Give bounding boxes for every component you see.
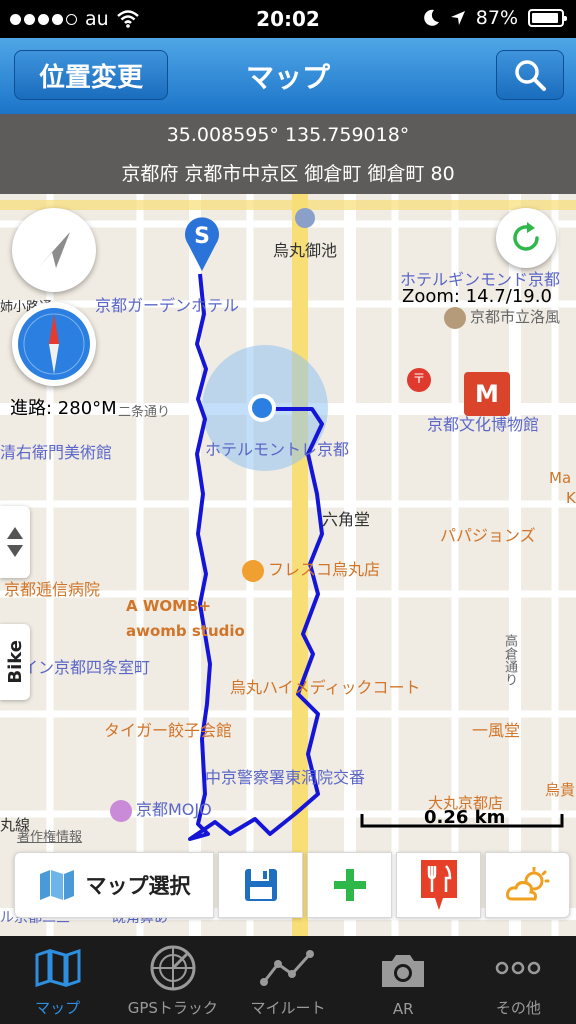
moon-icon: [423, 9, 439, 26]
tab-more[interactable]: その他: [461, 936, 576, 1024]
save-icon: [244, 869, 277, 901]
poi-fresco[interactable]: フレスコ烏丸店: [242, 556, 380, 582]
poi-mojo[interactable]: 京都MOJO: [110, 796, 212, 822]
poi-high-medic[interactable]: 烏丸ハイメディックコート: [230, 674, 421, 698]
tab-more-label: その他: [495, 999, 541, 1017]
tab-map[interactable]: マップ: [0, 936, 115, 1024]
tab-my-route-label: マイルート: [250, 999, 326, 1017]
save-button[interactable]: [218, 852, 303, 918]
tab-map-label: マップ: [35, 999, 81, 1017]
plus-icon: [333, 869, 366, 901]
tab-gps-track-label: GPSトラック: [127, 999, 218, 1017]
change-location-button[interactable]: 位置変更: [14, 50, 168, 100]
poi-hotel-monterey[interactable]: ホテルモントレ京都: [205, 436, 349, 460]
tab-ar-label: AR: [392, 1000, 414, 1018]
poi-awomb[interactable]: A WOMB+: [126, 597, 211, 615]
street-nijo: 二条通り: [118, 405, 171, 420]
refresh-icon: [513, 222, 539, 251]
bike-tab-label: Bike: [4, 640, 26, 684]
poi-ippudo[interactable]: 一風堂: [472, 717, 520, 741]
poi-inn[interactable]: イン京都四条室町: [22, 654, 150, 678]
poi-teishin-hospital[interactable]: 京都逓信病院: [4, 576, 100, 600]
up-down-arrows-icon: [7, 527, 23, 557]
more-icon: [496, 961, 541, 975]
radar-icon: [150, 945, 196, 991]
map-icon: [39, 870, 74, 900]
bike-tab[interactable]: Bike: [0, 624, 30, 700]
poi-karasuma-oike[interactable]: 烏丸御池: [273, 237, 337, 261]
tab-ar[interactable]: AR: [346, 936, 461, 1024]
camera-icon: [382, 955, 425, 987]
poi-tiger[interactable]: タイガー餃子会館: [104, 717, 232, 741]
status-bar: au 20:02 87%: [0, 0, 576, 38]
map-select-label: マップ選択: [85, 874, 191, 898]
museum-icon[interactable]: M: [464, 372, 510, 416]
zoom-readout: Zoom: 14.7/19.0: [402, 286, 552, 307]
map-icon: [35, 949, 81, 987]
poi-kyoto-garden-hotel[interactable]: 京都ガーデンホテル: [95, 292, 239, 316]
add-button[interactable]: [307, 852, 392, 918]
location-arrow-icon: [450, 11, 465, 25]
battery-icon: [528, 9, 567, 27]
poi-papajohns[interactable]: パパジョンズ: [440, 522, 536, 546]
zoom-stepper[interactable]: [0, 506, 30, 578]
compass-button[interactable]: [12, 302, 96, 386]
scale-label: 0.26 km: [424, 807, 506, 828]
compass-icon: [18, 308, 90, 380]
weather-icon: [505, 867, 549, 901]
restaurant-pin-icon: [420, 860, 457, 910]
search-icon: [515, 60, 546, 91]
map-select-button[interactable]: マップ選択: [14, 852, 214, 918]
restaurant-button[interactable]: [396, 852, 481, 918]
map-toolbar: マップ選択: [14, 852, 570, 918]
weather-button[interactable]: [485, 852, 570, 918]
search-button[interactable]: [496, 50, 564, 100]
route-icon: [260, 950, 314, 986]
nav-bar: 位置変更 マップ: [0, 38, 576, 114]
refresh-button[interactable]: [496, 208, 556, 268]
map-view[interactable]: S 烏丸御池 ホテルギンモンド京都 京都ガーデンホテル 京都市立洛風 姉小路通 …: [0, 194, 576, 936]
poi-rokkakudo[interactable]: 六角堂: [322, 506, 370, 530]
navigation-arrow-icon: [38, 232, 70, 268]
poi-art-museum[interactable]: 清右衛門美術館: [0, 439, 112, 463]
start-marker-label: S: [194, 224, 210, 249]
poi-edge-k: K: [566, 489, 576, 507]
street-takakura: 高倉通り: [502, 634, 517, 686]
tab-bar: マップ GPSトラック マイルート AR その他: [0, 936, 576, 1024]
tracking-mode-button[interactable]: [12, 208, 96, 292]
location-info-bar: 35.008595° 135.759018° 京都府 京都市中京区 御倉町 御倉…: [0, 114, 576, 194]
address-readout: 京都府 京都市中京区 御倉町 御倉町 80: [121, 163, 455, 185]
tab-gps-track[interactable]: GPSトラック: [115, 936, 230, 1024]
poi-awomb-studio[interactable]: awomb studio: [126, 622, 245, 640]
poi-edge-ma: Ma: [549, 469, 572, 487]
poi-rakuyo[interactable]: 京都市立洛風: [444, 306, 560, 329]
poi-edge-oogi: 烏貴: [545, 781, 576, 799]
copyright-link[interactable]: 著作権情報: [17, 826, 82, 845]
start-marker-icon[interactable]: S: [183, 216, 221, 272]
tab-my-route[interactable]: マイルート: [230, 936, 345, 1024]
battery-percent: 87%: [475, 7, 518, 29]
coordinates-readout: 35.008595° 135.759018°: [166, 124, 410, 146]
poi-museum[interactable]: 京都文化博物館: [427, 411, 539, 435]
poi-koban[interactable]: 中京警察署東洞院交番: [205, 764, 365, 788]
post-office-icon[interactable]: 〒: [407, 368, 431, 392]
heading-readout: 進路: 280°M: [10, 398, 117, 419]
